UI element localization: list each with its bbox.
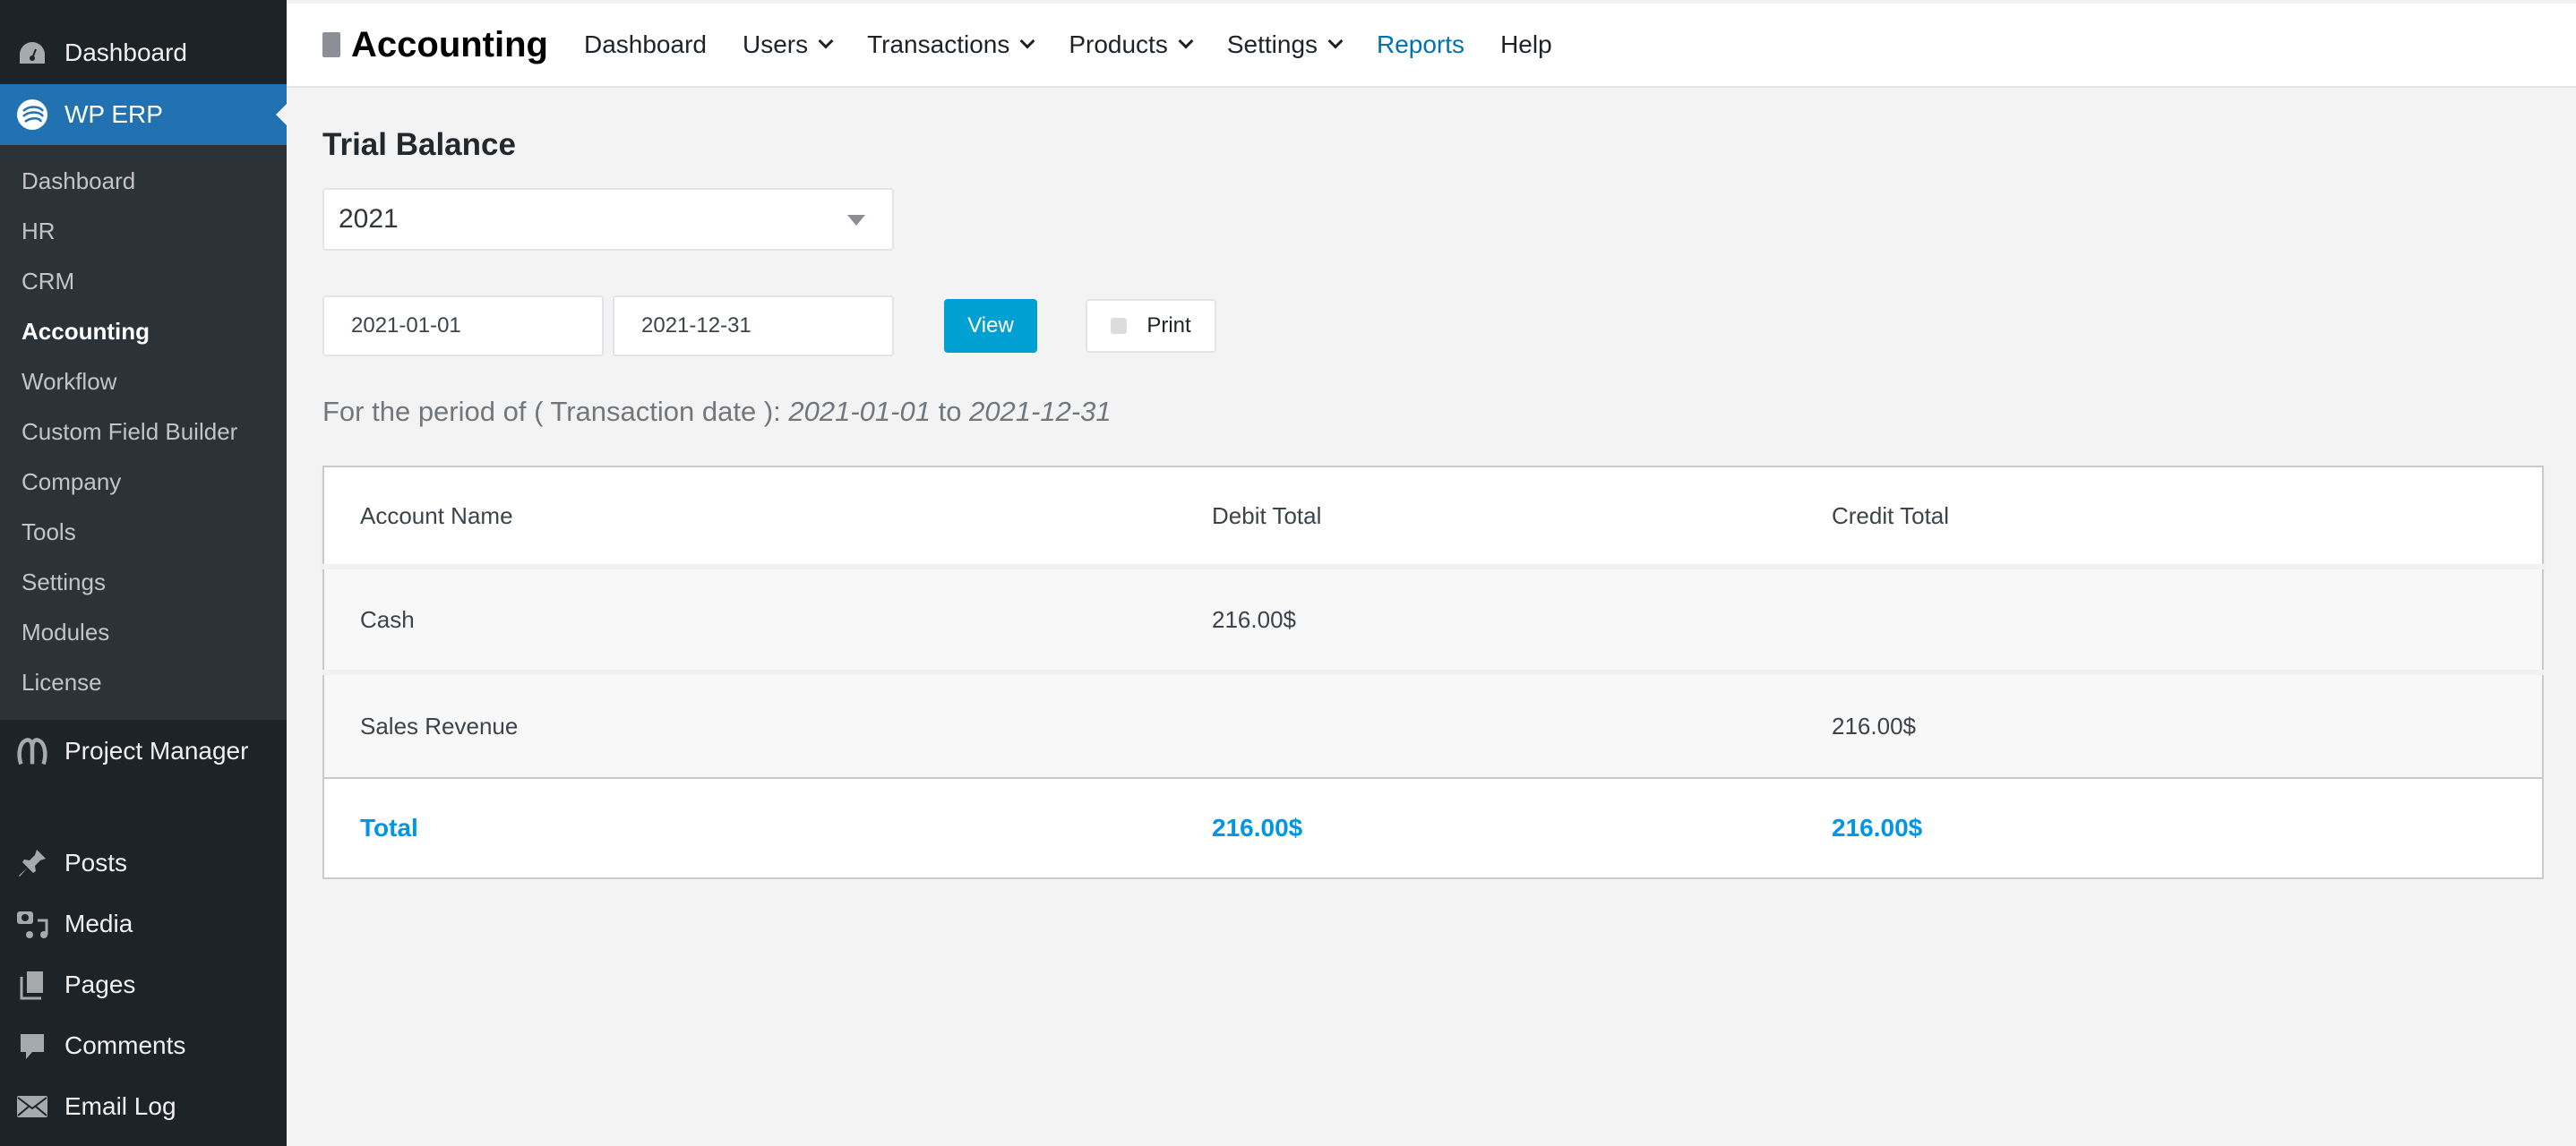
nav-transactions[interactable]: Transactions: [867, 30, 1035, 59]
nav-settings[interactable]: Settings: [1226, 30, 1344, 59]
submenu-tools[interactable]: Tools: [0, 507, 287, 557]
app-title-text: Accounting: [351, 24, 548, 64]
table-row: Cash 216.00$: [323, 567, 2543, 672]
project-manager-icon: [16, 735, 48, 767]
period-prefix: For the period of ( Transaction date ):: [322, 396, 781, 427]
nav-products-label: Products: [1069, 30, 1168, 58]
nav-products[interactable]: Products: [1069, 30, 1194, 59]
table-header-row: Account Name Debit Total Credit Total: [323, 466, 2543, 567]
dropdown-caret-icon: [847, 215, 865, 235]
submenu-settings[interactable]: Settings: [0, 557, 287, 607]
chevron-down-icon: [818, 33, 834, 49]
table-row: Sales Revenue 216.00$: [323, 672, 2543, 778]
wp-erp-logo-icon: [16, 98, 48, 131]
year-select-value: 2021: [339, 204, 399, 234]
menu-email-log-label: Email Log: [64, 1092, 176, 1120]
start-date-input[interactable]: [322, 295, 604, 356]
menu-comments[interactable]: Comments: [0, 1015, 287, 1076]
nav-users-label: Users: [742, 30, 809, 58]
credit-cell: 216.00$: [1832, 712, 1916, 740]
credit-cell: [1796, 567, 2543, 672]
trial-balance-table: Account Name Debit Total Credit Total Ca…: [322, 466, 2544, 879]
menu-project-manager-label: Project Manager: [64, 737, 249, 765]
app-title: Accounting: [322, 25, 548, 65]
submenu-accounting[interactable]: Accounting: [0, 306, 287, 356]
menu-project-manager[interactable]: Project Manager: [0, 720, 287, 783]
submenu-custom-field-builder[interactable]: Custom Field Builder: [0, 406, 287, 457]
chevron-down-icon: [1327, 33, 1344, 49]
submenu-dashboard[interactable]: Dashboard: [0, 156, 287, 206]
menu-pages-label: Pages: [64, 971, 136, 998]
pages-icon: [16, 969, 48, 1001]
nav-dashboard[interactable]: Dashboard: [584, 30, 707, 59]
nav-help[interactable]: Help: [1500, 30, 1552, 59]
year-select[interactable]: 2021: [322, 188, 894, 251]
menu-comments-label: Comments: [64, 1031, 186, 1059]
column-header-account-name: Account Name: [360, 501, 513, 529]
column-header-debit-total: Debit Total: [1212, 501, 1322, 529]
envelope-icon: [16, 1090, 48, 1123]
account-name-cell: Sales Revenue: [360, 712, 519, 740]
nav-dashboard-label: Dashboard: [583, 30, 707, 58]
menu-media-label: Media: [64, 910, 133, 937]
chevron-down-icon: [1178, 33, 1194, 49]
column-header-credit-total: Credit Total: [1832, 501, 1950, 529]
menu-wp-erp[interactable]: WP ERP: [0, 84, 287, 145]
menu-email-log[interactable]: Email Log: [0, 1076, 287, 1137]
nav-help-label: Help: [1500, 30, 1552, 58]
period-to: to: [938, 396, 962, 427]
submenu-hr[interactable]: HR: [0, 206, 287, 256]
calculator-icon: [322, 32, 340, 57]
debit-cell: 216.00$: [1212, 605, 1296, 633]
nav-settings-label: Settings: [1226, 30, 1318, 58]
menu-wp-erp-label: WP ERP: [64, 100, 163, 128]
account-name-cell: Cash: [360, 605, 415, 633]
erp-submenu: Dashboard HR CRM Accounting Workflow Cus…: [0, 145, 287, 720]
admin-sidebar: Dashboard WP ERP Dashboard HR CRM Accoun…: [0, 0, 287, 1146]
total-debit: 216.00$: [1212, 814, 1303, 842]
nav-users[interactable]: Users: [742, 30, 834, 59]
printer-icon: [1111, 318, 1128, 334]
total-credit: 216.00$: [1832, 814, 1923, 842]
total-label: Total: [360, 814, 418, 842]
period-end: 2021-12-31: [969, 396, 1112, 427]
nav-transactions-label: Transactions: [867, 30, 1010, 58]
dashboard-gauge-icon: [16, 37, 48, 69]
total-row: Total 216.00$ 216.00$: [323, 778, 2543, 878]
menu-dashboard[interactable]: Dashboard: [0, 0, 287, 84]
debit-cell: [1176, 672, 1796, 778]
nav-reports[interactable]: Reports: [1377, 30, 1464, 59]
submenu-company[interactable]: Company: [0, 457, 287, 507]
comment-icon: [16, 1030, 48, 1062]
view-button[interactable]: View: [944, 299, 1037, 353]
submenu-crm[interactable]: CRM: [0, 256, 287, 306]
period-text: For the period of ( Transaction date ): …: [322, 396, 1112, 428]
menu-posts-label: Posts: [64, 849, 128, 877]
period-start: 2021-01-01: [788, 396, 931, 427]
chevron-down-icon: [1019, 33, 1035, 49]
menu-dashboard-label: Dashboard: [64, 38, 187, 66]
menu-pages[interactable]: Pages: [0, 954, 287, 1015]
pushpin-icon: [16, 847, 48, 879]
menu-media[interactable]: Media: [0, 894, 287, 954]
end-date-input[interactable]: [613, 295, 894, 356]
submenu-modules[interactable]: Modules: [0, 607, 287, 657]
accounting-topbar: Accounting Dashboard Users Transactions …: [287, 4, 2576, 88]
media-icon: [16, 908, 48, 940]
menu-posts[interactable]: Posts: [0, 833, 287, 894]
print-button-label: Print: [1146, 313, 1191, 338]
submenu-license[interactable]: License: [0, 657, 287, 707]
page-title: Trial Balance: [322, 127, 516, 162]
nav-reports-label: Reports: [1377, 30, 1465, 58]
print-button[interactable]: Print: [1086, 299, 1216, 353]
submenu-workflow[interactable]: Workflow: [0, 356, 287, 406]
